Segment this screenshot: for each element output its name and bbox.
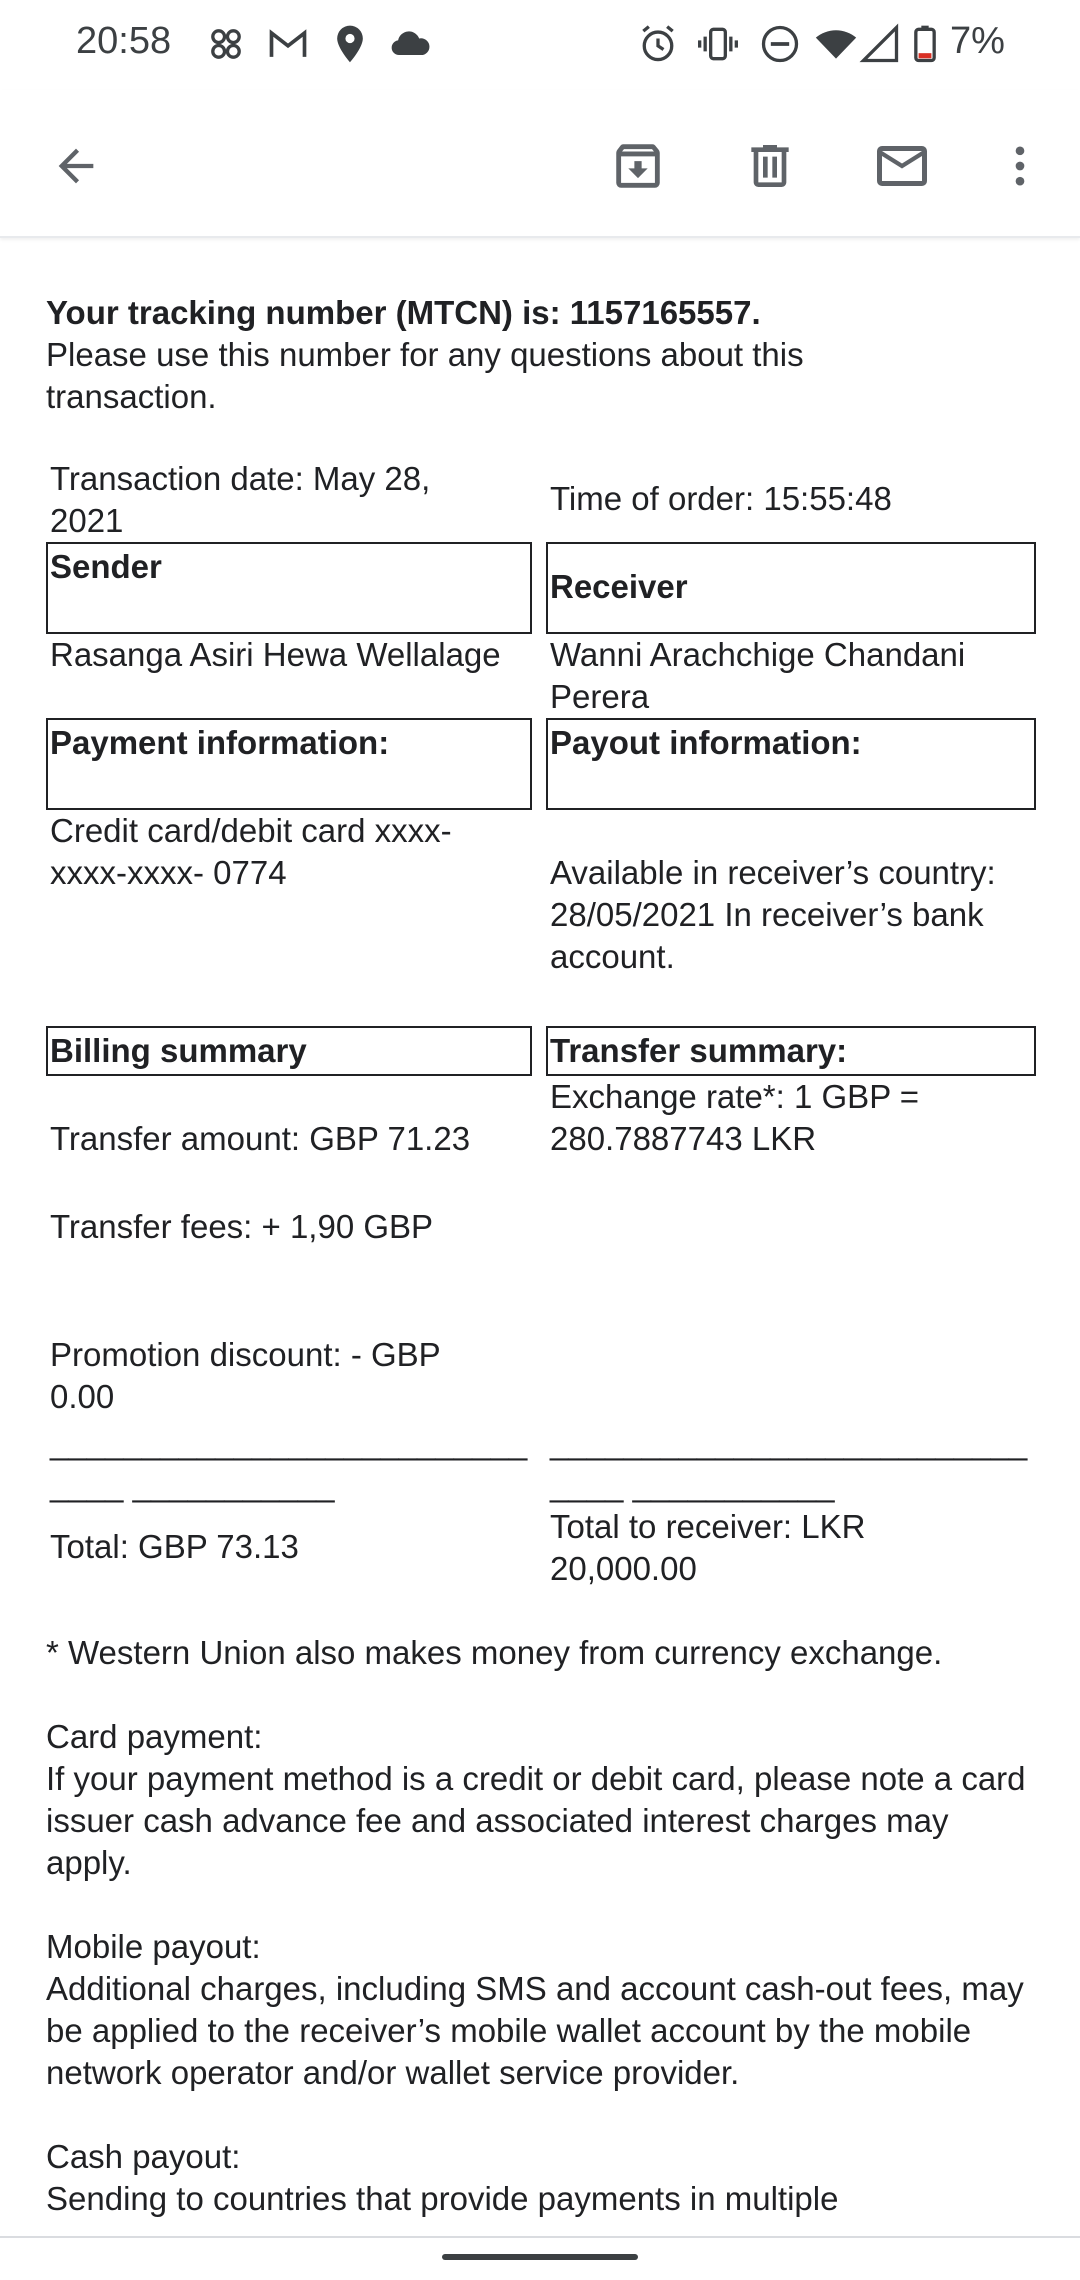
transfer-fees: Transfer fees: + 1,90 GBP: [50, 1208, 434, 1245]
mark-unread-button[interactable]: [862, 126, 942, 206]
dnd-icon: [761, 25, 799, 63]
receiver-header: Receiver: [546, 542, 1036, 634]
payout-detail: Available in receiver’s country: 28/05/2…: [550, 854, 996, 975]
cash-payout-text: Sending to countries that provide paymen…: [46, 2180, 839, 2217]
mark-unread-icon: [877, 146, 927, 186]
wifi-icon: [815, 30, 857, 59]
total-to-receiver: Total to receiver: LKR 20,000.00: [550, 1508, 866, 1587]
exchange-rate: Exchange rate*: 1 GBP = 280.7887743 LKR: [550, 1078, 920, 1157]
cloud-icon: [391, 31, 430, 56]
receiver-name: Wanni Arachchige Chandani Perera: [550, 636, 966, 715]
battery-percent: 7%: [950, 20, 1005, 62]
delete-button[interactable]: [730, 126, 810, 206]
info-detail-row: Credit card/debit card xxxx-xxxx-xxxx- 0…: [46, 810, 1036, 978]
mobile-payout-title: Mobile payout:: [46, 1928, 261, 1965]
archive-icon: [616, 144, 660, 188]
payment-detail: Credit card/debit card xxxx-xxxx-xxxx- 0…: [50, 812, 452, 891]
summary-row: Transfer amount: GBP 71.23 Transfer fees…: [46, 1076, 1036, 1418]
delete-icon: [751, 145, 789, 187]
card-payment-text: If your payment method is a credit or de…: [46, 1760, 1026, 1881]
mobile-payout-text: Additional charges, including SMS and ac…: [46, 1970, 1024, 2091]
status-bar: 20:58 7%: [0, 0, 1080, 90]
divider-row: ______________________________ _________…: [46, 1422, 1036, 1506]
transaction-row: Transaction date: May 28, 2021 Time of o…: [46, 458, 1036, 542]
summary-header-row: Billing summary Transfer summary:: [46, 1026, 1036, 1076]
tracking-number: Your tracking number (MTCN) is: 11571655…: [46, 294, 761, 331]
fx-note: * Western Union also makes money from cu…: [46, 1634, 943, 1671]
billing-summary-header: Billing summary: [46, 1026, 532, 1076]
transfer-summary-header: Transfer summary:: [546, 1026, 1036, 1076]
transfer-amount: Transfer amount: GBP 71.23: [50, 1120, 471, 1157]
transfer-summary: Exchange rate*: 1 GBP = 280.7887743 LKR: [546, 1076, 1036, 1418]
promotion-discount: Promotion discount: - GBP 0.00: [50, 1336, 441, 1415]
apps-icon: [211, 29, 241, 59]
divider-left: ______________________________ _________…: [50, 1424, 528, 1503]
more-options-button[interactable]: [980, 126, 1060, 206]
vibrate-icon: [698, 27, 738, 61]
battery-low-icon: [914, 25, 936, 63]
total-row: Total: GBP 73.13 Total to receiver: LKR …: [46, 1506, 1036, 1590]
back-arrow-icon: [58, 148, 94, 184]
status-time: 20:58: [76, 20, 172, 62]
payment-info-header: Payment information:: [46, 718, 532, 810]
gesture-navigation-bar[interactable]: [442, 2254, 638, 2260]
divider-right: ______________________________ _________…: [550, 1424, 1028, 1503]
sender-name: Rasanga Asiri Hewa Wellalage: [50, 636, 501, 673]
app-bar: [0, 90, 1080, 238]
info-header-row: Payment information: Payout information:: [46, 718, 1036, 810]
sender-header: Sender: [46, 542, 532, 634]
time-of-order: Time of order: 15:55:48: [550, 480, 892, 517]
transaction-date: Transaction date: May 28, 2021: [50, 460, 431, 539]
location-icon: [337, 25, 363, 63]
cash-payout-title: Cash payout:: [46, 2138, 241, 2175]
bottom-divider: [0, 2236, 1080, 2238]
more-vert-icon: [1015, 146, 1025, 186]
party-header-row: Sender Receiver: [46, 542, 1036, 634]
gmail-icon: [269, 29, 307, 57]
total: Total: GBP 73.13: [50, 1528, 299, 1565]
billing-summary: Transfer amount: GBP 71.23 Transfer fees…: [46, 1076, 532, 1418]
card-payment-title: Card payment:: [46, 1718, 263, 1755]
alarm-icon: [642, 25, 674, 62]
payout-info-header: Payout information:: [546, 718, 1036, 810]
archive-button[interactable]: [598, 126, 678, 206]
email-body: Your tracking number (MTCN) is: 11571655…: [46, 292, 1036, 2220]
party-name-row: Rasanga Asiri Hewa Wellalage Wanni Arach…: [46, 634, 1036, 718]
tracking-note: Please use this number for any questions…: [46, 336, 804, 415]
back-button[interactable]: [36, 126, 116, 206]
signal-icon: [859, 23, 899, 63]
